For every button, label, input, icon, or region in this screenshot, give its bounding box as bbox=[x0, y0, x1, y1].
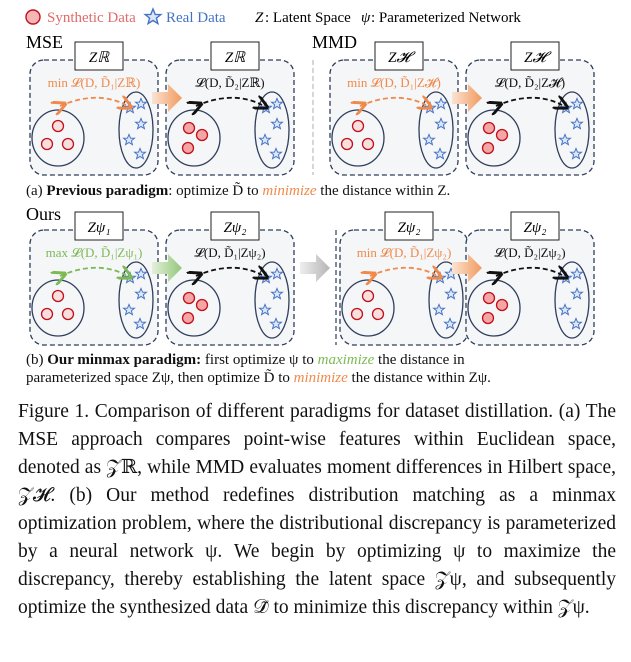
ours-label: Ours bbox=[26, 204, 61, 224]
latent-space-label: Z𝓗 bbox=[374, 41, 424, 71]
distribution-panel: Zψ₂ 𝓛(D, D̃₁|Zψ₂) bbox=[165, 211, 295, 346]
loss-expression: 𝓛(D, D̃₂|Z𝓗) bbox=[495, 75, 565, 90]
subcaption-a-emphasis: minimize bbox=[262, 183, 317, 199]
synthetic-point bbox=[350, 307, 364, 321]
subcaption-a-end: the distance within Z. bbox=[316, 183, 451, 199]
subcaption-b-maximize: maximize bbox=[317, 352, 375, 368]
latent-space-symbol: Zℝ bbox=[89, 50, 110, 66]
loss-expression: 𝓛(D, D̃₂|Zℝ) bbox=[195, 75, 264, 90]
loss-expression: max 𝓛(D, D̃₁|Zψ₁) bbox=[46, 245, 143, 260]
synthetic-point bbox=[482, 121, 496, 135]
legend-network-label: : Parameterized Network bbox=[371, 10, 521, 26]
loss-expression: min 𝓛(D, D̃₁|Z𝓗) bbox=[347, 75, 441, 90]
synthetic-point bbox=[495, 298, 509, 312]
synthetic-point bbox=[40, 137, 54, 151]
real-data-icon bbox=[144, 8, 162, 25]
synthetic-point bbox=[182, 121, 196, 135]
mmd-label: MMD bbox=[312, 32, 357, 52]
subcaption-b: (b) Our minmax paradigm: first optimize … bbox=[26, 351, 491, 387]
distribution-panel: Zℝ 𝓛(D, D̃₂|Zℝ) bbox=[165, 41, 295, 176]
synthetic-point bbox=[482, 291, 496, 305]
latent-space-label: Zℝ bbox=[74, 41, 124, 71]
latent-space-symbol: Zψ₂ bbox=[224, 220, 247, 236]
synthetic-point bbox=[361, 137, 375, 151]
subcaption-b-minimize: minimize bbox=[293, 370, 348, 386]
synthetic-point bbox=[182, 291, 196, 305]
subcaption-b-text: parameterized space Zψ, then optimize D̃… bbox=[26, 370, 294, 386]
distribution-panel: Z𝓗 𝓛(D, D̃₂|Z𝓗) bbox=[465, 41, 595, 176]
latent-space-label: Zψ₁ bbox=[74, 211, 124, 241]
legend-real-label: Real Data bbox=[166, 10, 226, 26]
synthetic-point bbox=[40, 307, 54, 321]
synthetic-point bbox=[61, 137, 75, 151]
subcaption-b-text: the distance in bbox=[374, 352, 465, 368]
figure-caption: Figure 1. Comparison of different paradi… bbox=[18, 398, 616, 622]
synthetic-point bbox=[495, 128, 509, 142]
synthetic-point bbox=[51, 289, 65, 303]
synthetic-point bbox=[481, 311, 495, 325]
mse-label: MSE bbox=[26, 32, 63, 52]
legend-latent-label: : Latent Space bbox=[265, 10, 351, 26]
loss-expression: 𝓛(D, D̃₂|Zψ₂) bbox=[494, 245, 565, 260]
loss-expression: min 𝓛(D, D̃₁|Zψ₂) bbox=[357, 245, 452, 260]
synthetic-point bbox=[181, 141, 195, 155]
legend-synthetic-label: Synthetic Data bbox=[47, 10, 136, 26]
legend: Synthetic Data Real Data Z : Latent Spac… bbox=[25, 8, 521, 26]
legend-latent-symbol: Z bbox=[255, 10, 264, 26]
synthetic-point bbox=[51, 119, 65, 133]
latent-space-symbol: Zℝ bbox=[225, 50, 246, 66]
synthetic-point bbox=[340, 137, 354, 151]
loss-expression: min 𝓛(D, D̃₁|Zℝ) bbox=[48, 75, 141, 90]
latent-space-symbol: Zψ₁ bbox=[88, 220, 111, 236]
synthetic-point bbox=[351, 119, 365, 133]
synthetic-point bbox=[195, 128, 209, 142]
loss-expression: 𝓛(D, D̃₁|Zψ₂) bbox=[194, 245, 265, 260]
subcaption-b-prefix: (b) bbox=[26, 352, 48, 368]
distribution-panel: Zψ₂ min 𝓛(D, D̃₁|Zψ₂) bbox=[339, 211, 469, 346]
figure-caption-text: Figure 1. Comparison of different paradi… bbox=[18, 401, 616, 618]
latent-space-symbol: Zψ₂ bbox=[398, 220, 421, 236]
synthetic-data-icon bbox=[25, 9, 41, 25]
synthetic-point bbox=[181, 311, 195, 325]
legend-network-symbol: ψ bbox=[361, 10, 371, 26]
latent-space-label: Zψ₂ bbox=[210, 211, 260, 241]
latent-space-label: Zψ₂ bbox=[510, 211, 560, 241]
transition-arrow bbox=[300, 254, 330, 282]
subcaption-a-bold: Previous paradigm bbox=[46, 183, 169, 199]
subcaption-a: (a) Previous paradigm: optimize D̃ to mi… bbox=[26, 182, 450, 200]
subcaption-b-text: the distance within Zψ. bbox=[347, 370, 491, 386]
synthetic-point bbox=[195, 298, 209, 312]
latent-space-label: Z𝓗 bbox=[510, 41, 560, 71]
subcaption-b-bold: Our minmax paradigm: bbox=[47, 352, 202, 368]
latent-space-symbol: Zψ₂ bbox=[524, 220, 547, 236]
subcaption-a-mid: : optimize D̃ to bbox=[168, 183, 263, 199]
distribution-panel: Z𝓗 min 𝓛(D, D̃₁|Z𝓗) bbox=[329, 41, 459, 176]
subcaption-b-text: first optimize ψ to bbox=[201, 352, 318, 368]
latent-space-label: Zψ₂ bbox=[384, 211, 434, 241]
distribution-panel: Zψ₂ 𝓛(D, D̃₂|Zψ₂) bbox=[465, 211, 595, 346]
distribution-panel: Zψ₁ max 𝓛(D, D̃₁|Zψ₁) bbox=[29, 211, 159, 346]
synthetic-point bbox=[61, 307, 75, 321]
synthetic-point bbox=[481, 141, 495, 155]
subcaption-a-prefix: (a) bbox=[26, 183, 47, 199]
latent-space-label: Zℝ bbox=[210, 41, 260, 71]
synthetic-point bbox=[371, 307, 385, 321]
distribution-panel: Zℝ min 𝓛(D, D̃₁|Zℝ) bbox=[29, 41, 159, 176]
synthetic-point bbox=[361, 289, 375, 303]
